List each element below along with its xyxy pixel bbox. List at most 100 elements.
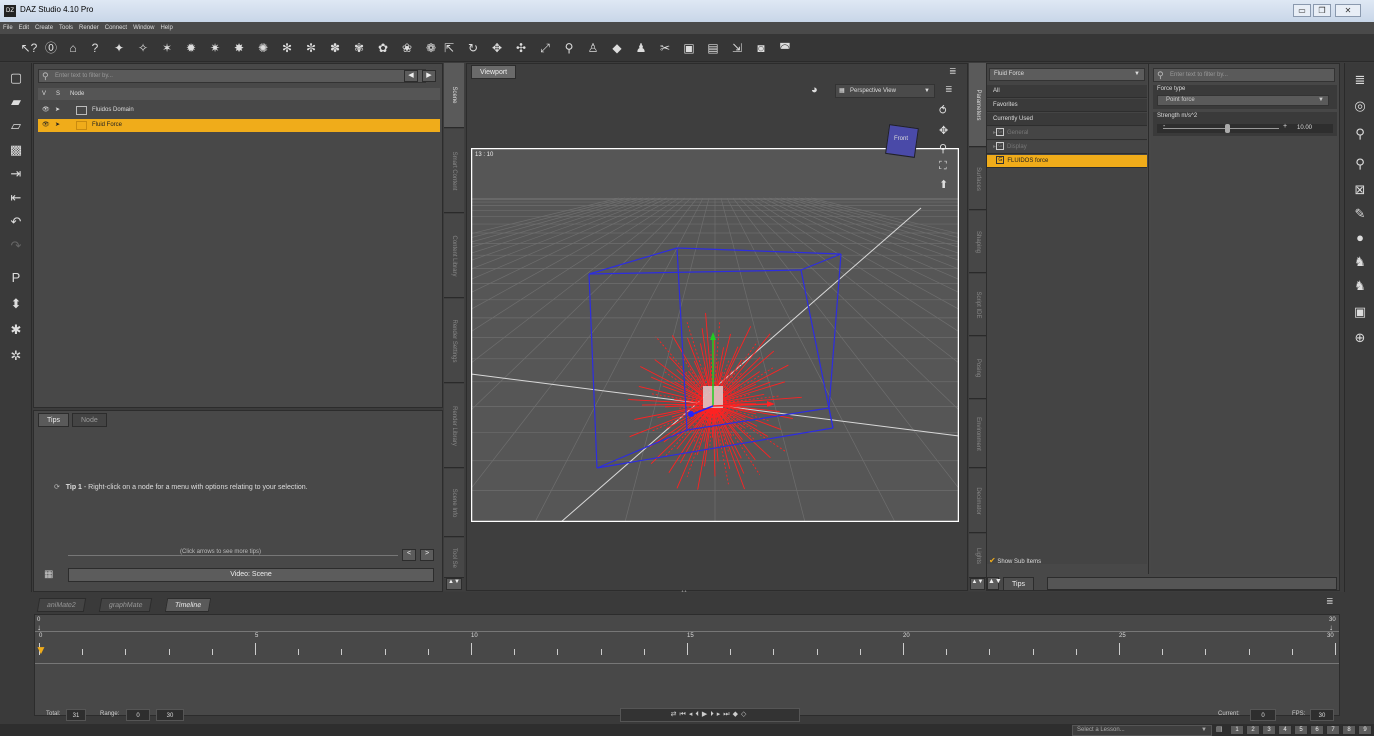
vtab-scroll-icon[interactable]: ▲▼: [446, 578, 462, 590]
selectable-arrow-icon[interactable]: ➤: [55, 104, 60, 117]
tab-node[interactable]: Node: [72, 413, 107, 427]
current-frame-field[interactable]: 0: [1250, 709, 1276, 721]
universal-tool-icon[interactable]: ✣: [512, 39, 530, 57]
strength-slider-track[interactable]: - + 10.00: [1157, 123, 1333, 133]
help-icon[interactable]: ⓪: [42, 39, 60, 57]
lesson-page-9[interactable]: 9: [1358, 725, 1372, 735]
node-selection-tool-icon[interactable]: ⇱: [440, 39, 458, 57]
vtab-smart-content[interactable]: Smart Content: [444, 129, 464, 213]
vtab-posing[interactable]: Posing: [969, 337, 986, 399]
eye-icon[interactable]: 👁: [42, 119, 50, 132]
total-frames-field[interactable]: 31: [66, 709, 86, 721]
menu-connect[interactable]: Connect: [102, 22, 130, 34]
vtab-shaping[interactable]: Shaping: [969, 211, 986, 273]
figure-icon[interactable]: ♞: [1351, 253, 1369, 271]
vtab-decimator[interactable]: Decimator: [969, 469, 986, 533]
category-favorites[interactable]: Favorites: [987, 99, 1147, 112]
daz-home-icon[interactable]: ⌂: [64, 39, 82, 57]
region-navigator-icon[interactable]: ♟: [632, 39, 650, 57]
create-instance-icon[interactable]: ✾: [350, 39, 368, 57]
frame-camera-icon[interactable]: ⛶: [939, 160, 947, 173]
create-point-light-icon[interactable]: ✹: [182, 39, 200, 57]
maximize-button[interactable]: ❐: [1313, 4, 1331, 17]
show-sub-items-checkbox[interactable]: ✔ Show Sub Items: [989, 556, 1041, 565]
arrow-left-icon[interactable]: ◀: [404, 70, 418, 82]
create-deformer-icon[interactable]: ❁: [422, 39, 440, 57]
new-scene-icon[interactable]: ▢: [7, 69, 25, 87]
joint-editor-icon[interactable]: ◆: [608, 39, 626, 57]
category-all[interactable]: All: [987, 85, 1147, 98]
lesson-page-7[interactable]: 7: [1326, 725, 1340, 735]
lesson-page-5[interactable]: 5: [1294, 725, 1308, 735]
vtab-scene[interactable]: Scene: [444, 63, 464, 128]
lesson-page-4[interactable]: 4: [1278, 725, 1292, 735]
loop-icon[interactable]: ⇄: [671, 711, 680, 718]
lesson-page-6[interactable]: 6: [1310, 725, 1324, 735]
lesson-page-3[interactable]: 3: [1262, 725, 1276, 735]
create-tool-icon[interactable]: ✿: [374, 39, 392, 57]
drop-to-floor-icon[interactable]: ⬍: [7, 295, 25, 313]
browse-icon[interactable]: ⚲: [1351, 155, 1369, 173]
zoom-camera-icon[interactable]: ⚲: [939, 142, 947, 155]
vtab-render-library[interactable]: Render Library: [444, 384, 464, 468]
arrow-right-icon[interactable]: ▶: [422, 70, 436, 82]
eye-icon[interactable]: 👁: [42, 104, 50, 117]
tab-viewport[interactable]: Viewport: [471, 65, 517, 79]
lesson-page-2[interactable]: 2: [1246, 725, 1260, 735]
playhead-icon[interactable]: ▼: [35, 643, 47, 657]
create-primitive-icon[interactable]: ✻: [278, 39, 296, 57]
scale-tool-icon[interactable]: ⤢: [536, 39, 554, 57]
rotate-tool-icon[interactable]: ↻: [464, 39, 482, 57]
surface-editor-icon[interactable]: ▣: [680, 39, 698, 57]
vtab-tool-settings[interactable]: Tool Se: [444, 538, 464, 578]
create-distant-light-icon[interactable]: ✶: [158, 39, 176, 57]
next-tip-button[interactable]: >: [420, 549, 434, 561]
range-from-field[interactable]: 0: [126, 709, 150, 721]
vtab-content-library[interactable]: Content Library: [444, 214, 464, 298]
globe-icon[interactable]: ⊕: [1351, 329, 1369, 347]
figure-alt-icon[interactable]: ♞: [1351, 277, 1369, 295]
parameter-filter-input[interactable]: ⚲ Enter text to filter by...: [1153, 68, 1335, 82]
create-null-icon[interactable]: ✺: [254, 39, 272, 57]
force-type-dropdown[interactable]: Point force ▼: [1157, 95, 1329, 106]
menu-file[interactable]: File: [0, 22, 16, 34]
tab-timeline[interactable]: Timeline: [164, 598, 212, 612]
transfer-utility-icon[interactable]: ✲: [7, 347, 25, 365]
about-icon[interactable]: ?: [86, 39, 104, 57]
video-scene-button[interactable]: Video: Scene: [68, 568, 434, 582]
whats-this-icon[interactable]: ↖?: [20, 39, 38, 57]
panel-splitter[interactable]: [1148, 64, 1149, 574]
lesson-page-8[interactable]: 8: [1342, 725, 1356, 735]
category-general[interactable]: ▸ G General: [987, 127, 1147, 140]
range-to-field[interactable]: 30: [156, 709, 184, 721]
vtab-render-settings[interactable]: Render Settings: [444, 299, 464, 383]
menu-window[interactable]: Window: [130, 22, 157, 34]
vtab-environment[interactable]: Environment: [969, 400, 986, 468]
vtab-script-ide[interactable]: Script IDE: [969, 274, 986, 336]
scene-filter-input[interactable]: ⚲ Enter text to filter by...: [38, 69, 426, 83]
create-area-light-icon[interactable]: ✸: [230, 39, 248, 57]
content-icon[interactable]: ◎: [1351, 97, 1369, 115]
geometry-editor-icon[interactable]: ✂: [656, 39, 674, 57]
posing-icon[interactable]: ✎: [1351, 205, 1369, 223]
slider-plus-icon[interactable]: +: [1283, 123, 1287, 130]
play-icon[interactable]: ▶: [702, 711, 710, 718]
create-plane-icon[interactable]: ✽: [326, 39, 344, 57]
find-icon[interactable]: ⚲: [1351, 125, 1369, 143]
redo-icon[interactable]: ↷: [7, 237, 25, 255]
menu-tools[interactable]: Tools: [56, 22, 76, 34]
timeline-menu-icon[interactable]: ≣: [1326, 596, 1334, 607]
node-select-dropdown[interactable]: Fluid Force ▼: [989, 68, 1145, 81]
menu-create[interactable]: Create: [32, 22, 56, 34]
render-icon[interactable]: ◙: [752, 39, 770, 57]
menu-help[interactable]: Help: [157, 22, 175, 34]
tab-animate2[interactable]: aniMate2: [36, 598, 87, 612]
vtab-surfaces[interactable]: Surfaces: [969, 148, 986, 210]
active-pose-tool-icon[interactable]: ♙: [584, 39, 602, 57]
add-key-icon[interactable]: ◆: [733, 711, 741, 718]
menu-edit[interactable]: Edit: [16, 22, 32, 34]
minimize-button[interactable]: ▭: [1293, 4, 1311, 17]
lesson-list-icon[interactable]: ▤: [1216, 725, 1228, 736]
scene-node-fluidos-domain[interactable]: 👁 ➤ Fluidos Domain: [38, 104, 440, 117]
vtab-scroll-icon[interactable]: ▲▼: [970, 578, 985, 590]
